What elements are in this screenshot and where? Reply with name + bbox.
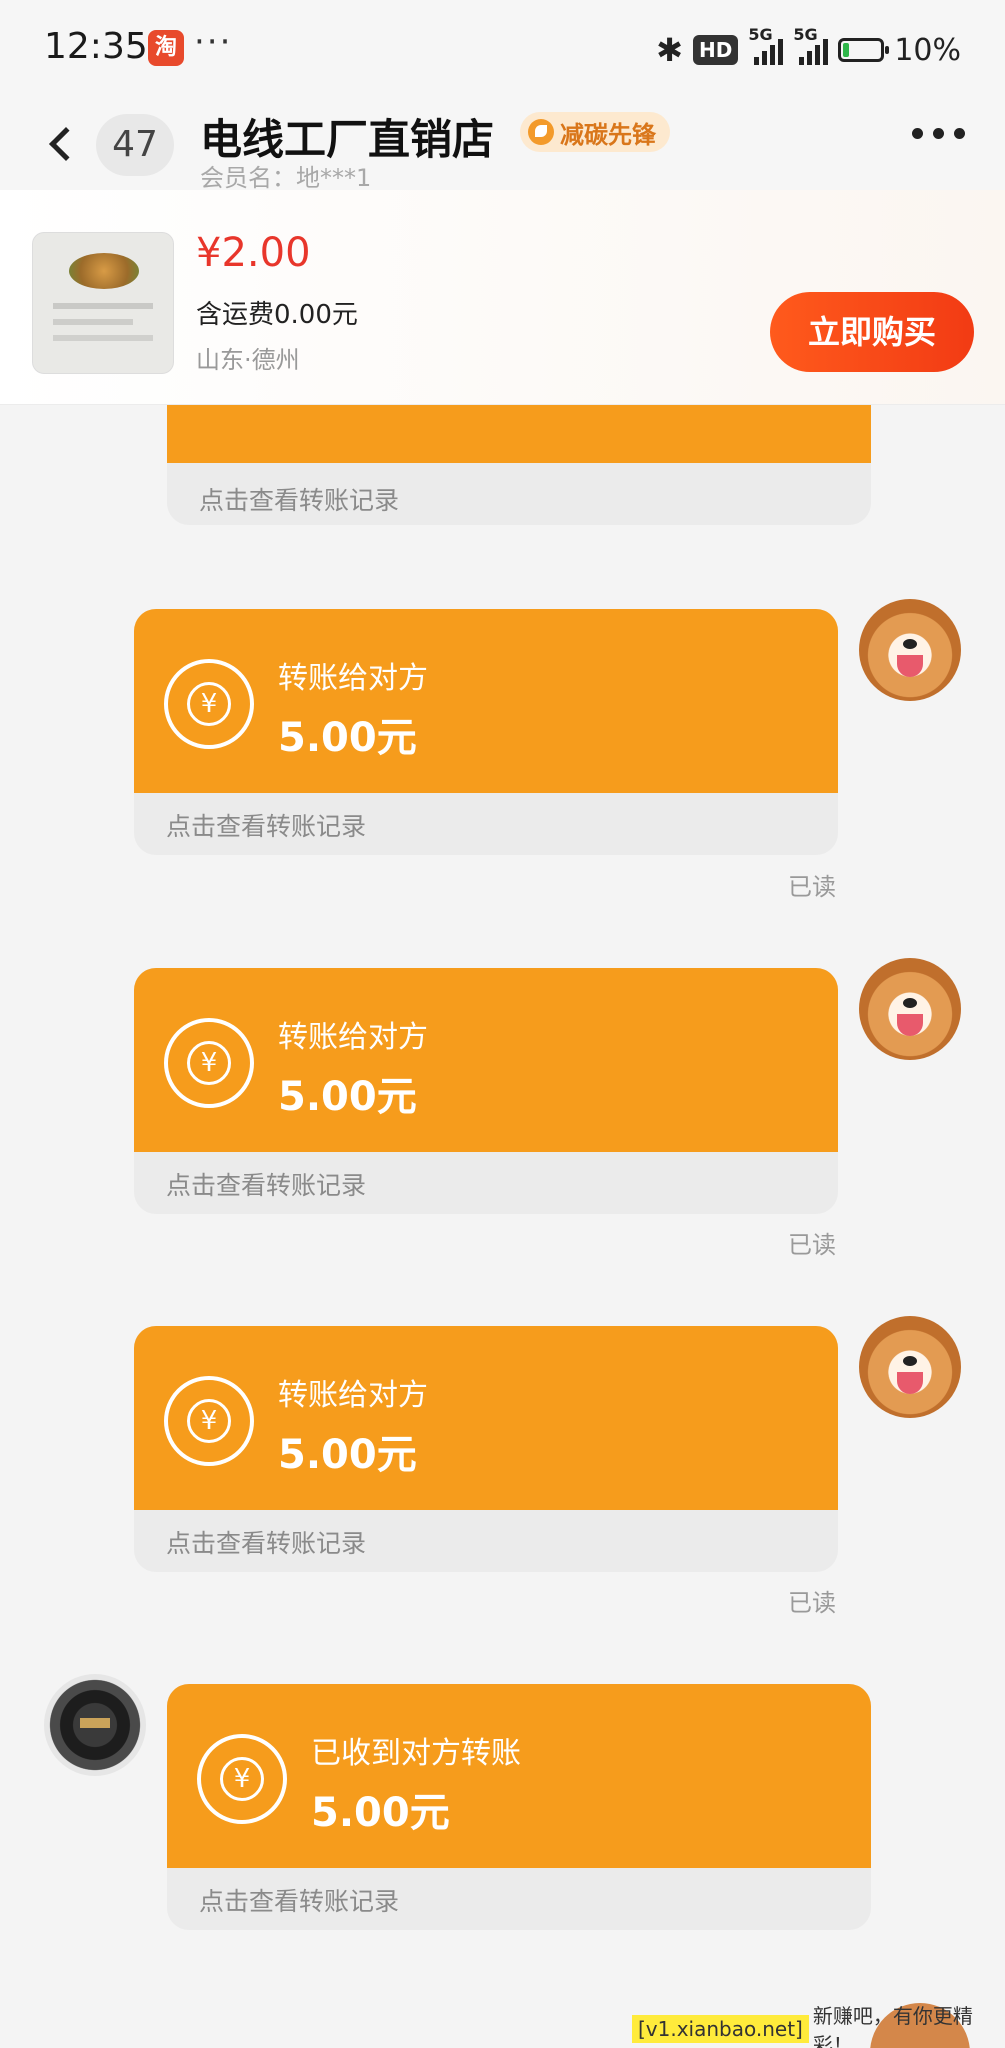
yen-transfer-icon: ¥ (164, 659, 254, 749)
yen-transfer-icon: ¥ (197, 1734, 287, 1824)
signal-icon: 5G (748, 25, 784, 65)
yen-transfer-icon: ¥ (164, 1376, 254, 1466)
transfer-amount: 5.00元 (278, 715, 417, 761)
member-name: 会员名：地***1 (200, 164, 372, 192)
view-transfer-record-link[interactable]: 点击查看转账记录 (199, 481, 399, 517)
avatar[interactable] (859, 1316, 961, 1418)
more-notifications-icon: ··· (194, 22, 233, 62)
network-type-label-2: 5G (793, 25, 818, 44)
view-transfer-record-link[interactable]: 点击查看转账记录 (166, 1524, 366, 1560)
buy-now-button[interactable]: 立即购买 (770, 292, 974, 372)
dot-icon (912, 128, 923, 139)
network-type-label: 5G (748, 25, 773, 44)
bluetooth-icon: ✱ (656, 31, 683, 69)
hd-voice-icon: HD (692, 35, 739, 65)
avatar[interactable] (859, 958, 961, 1060)
transfer-bubble-received[interactable]: ¥ 已收到对方转账 5.00元 点击查看转账记录 (167, 1684, 871, 1930)
view-transfer-record-link[interactable]: 点击查看转账记录 (199, 1882, 399, 1918)
product-thumbnail[interactable] (32, 232, 174, 374)
clock: 12:35 (44, 26, 148, 67)
shipping-fee: 含运费0.00元 (196, 300, 358, 330)
battery-percent: 10% (894, 32, 961, 68)
read-status: 已读 (788, 1231, 836, 1259)
read-status: 已读 (788, 1589, 836, 1617)
view-transfer-record-link[interactable]: 点击查看转账记录 (166, 807, 366, 843)
transfer-bubble[interactable]: ¥ 转账给对方 5.00元 点击查看转账记录 (134, 968, 838, 1214)
product-price: ¥2.00 (196, 230, 311, 276)
transfer-amount: 5.00元 (311, 1790, 450, 1836)
transfer-bubble[interactable]: ¥ 转账给对方 5.00元 点击查看转账记录 (134, 609, 838, 855)
view-transfer-record-link[interactable]: 点击查看转账记录 (166, 1166, 366, 1202)
read-status: 已读 (788, 873, 836, 901)
leaf-icon (528, 119, 554, 145)
chevron-left-icon (49, 127, 83, 161)
carbon-badge[interactable]: 减碳先锋 (520, 112, 670, 152)
transfer-title: 转账给对方 (278, 1378, 428, 1413)
message-list[interactable]: 点击查看转账记录 ¥ 转账给对方 5.00元 点击查看转账记录 已读 ¥ 转账给… (0, 405, 1005, 2048)
status-bar: 12:35 淘 ··· ✱ HD 5G 5G 10% (0, 0, 1005, 100)
avatar[interactable] (859, 599, 961, 701)
yen-transfer-icon: ¥ (164, 1018, 254, 1108)
watermark-text: 新赚吧，有你更精彩！ (812, 2004, 973, 2048)
back-button[interactable] (44, 118, 83, 168)
watermark: [v1.xianbao.net] 新赚吧，有你更精彩！ (632, 2004, 1005, 2048)
transfer-amount: 5.00元 (278, 1432, 417, 1478)
watermark-site: [v1.xianbao.net] (632, 2015, 809, 2043)
chat-header: 47 电线工厂直销店 减碳先锋 会员名：地***1 (0, 100, 1005, 192)
dot-icon (933, 128, 944, 139)
shop-avatar[interactable] (44, 1674, 146, 1776)
system-indicators: ✱ HD 5G 5G 10% (656, 25, 961, 72)
transfer-bubble[interactable]: ¥ 转账给对方 5.00元 点击查看转账记录 (134, 1326, 838, 1572)
transfer-amount: 5.00元 (278, 1074, 417, 1120)
taobao-app-icon: 淘 (148, 30, 184, 66)
more-options-button[interactable] (912, 128, 965, 139)
transfer-title: 已收到对方转账 (311, 1736, 521, 1771)
battery-icon (838, 38, 890, 62)
transfer-bubble-partial[interactable]: 点击查看转账记录 (167, 405, 871, 525)
carbon-badge-label: 减碳先锋 (560, 120, 656, 149)
product-card[interactable]: ¥2.00 含运费0.00元 山东·德州 立即购买 (0, 190, 1005, 405)
transfer-title: 转账给对方 (278, 1020, 428, 1055)
seller-location: 山东·德州 (196, 346, 300, 374)
signal-icon-2: 5G (793, 25, 829, 65)
dot-icon (954, 128, 965, 139)
unread-count-badge[interactable]: 47 (96, 114, 174, 176)
transfer-title: 转账给对方 (278, 661, 428, 696)
